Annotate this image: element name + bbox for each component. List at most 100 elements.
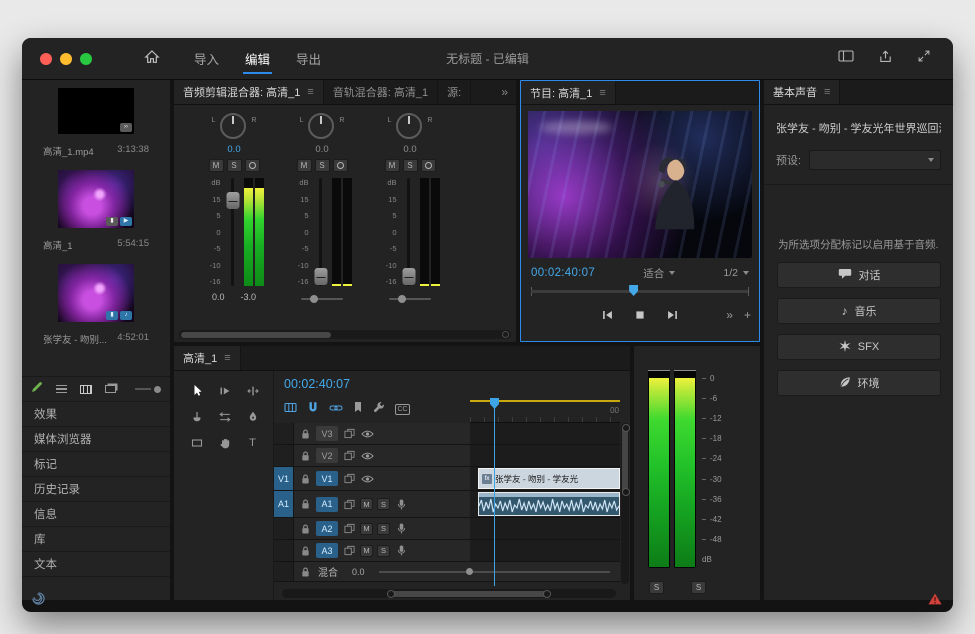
captions-cc-icon[interactable]: CC [395, 404, 410, 415]
source-patch-a1[interactable]: A1 [274, 491, 294, 517]
step-forward-button[interactable] [666, 309, 679, 321]
track-content[interactable] [470, 445, 620, 466]
sync-lock-icon[interactable] [342, 523, 356, 534]
mute-button[interactable]: M [360, 498, 373, 510]
ambience-tag-button[interactable]: 环境 [777, 370, 941, 396]
step-back-button[interactable] [601, 309, 614, 321]
sync-lock-icon[interactable] [342, 473, 356, 484]
preset-select[interactable] [809, 150, 941, 170]
sidebar-item-libraries[interactable]: 库 [22, 527, 170, 552]
panel-menu-icon[interactable]: ≡ [307, 86, 313, 98]
tab-sequence[interactable]: 高清_1 ≡ [174, 346, 241, 370]
pan-knob[interactable] [220, 113, 246, 139]
solo-right-button[interactable]: S [691, 581, 706, 594]
mic-icon[interactable] [394, 544, 408, 557]
menu-import[interactable]: 导入 [184, 38, 229, 79]
audio-clip[interactable] [478, 492, 620, 516]
fullscreen-button[interactable] [917, 49, 931, 68]
solo-button[interactable]: S [377, 498, 390, 510]
clip-thumbnail[interactable]: ▮♪ [58, 264, 134, 322]
volume-fader[interactable] [313, 178, 329, 286]
program-scrubber[interactable] [531, 285, 749, 296]
button-overflow[interactable]: » [726, 308, 733, 322]
home-button[interactable] [144, 49, 160, 69]
solo-left-button[interactable]: S [649, 581, 664, 594]
program-video-preview[interactable] [528, 111, 752, 258]
type-tool[interactable]: T [239, 430, 266, 455]
eye-icon[interactable] [360, 474, 374, 484]
lock-icon[interactable] [298, 428, 312, 440]
workspaces-button[interactable] [838, 49, 854, 68]
hand-tool[interactable] [211, 430, 238, 455]
menu-export[interactable]: 导出 [286, 38, 331, 79]
warning-triangle-icon[interactable] [928, 592, 942, 610]
record-arm-button[interactable] [333, 159, 348, 172]
minimize-window-button[interactable] [60, 53, 72, 65]
pen-tool[interactable] [239, 404, 266, 429]
lock-icon[interactable] [298, 473, 312, 485]
scrollbar-zoom-handle[interactable] [502, 331, 509, 338]
menu-edit[interactable]: 编辑 [235, 38, 280, 79]
add-marker-icon[interactable] [353, 400, 363, 418]
snap-magnet-icon[interactable] [307, 400, 319, 418]
scrollbar-handle[interactable] [389, 591, 549, 597]
dialogue-tag-button[interactable]: 对话 [777, 262, 941, 288]
track-content[interactable] [470, 518, 620, 539]
scrollbar-handle[interactable] [622, 425, 628, 495]
sync-lock-icon[interactable] [342, 428, 356, 439]
slip-tool[interactable] [211, 404, 238, 429]
master-level-value[interactable]: 0.0 [352, 567, 365, 577]
panel-menu-icon[interactable]: ≡ [599, 87, 605, 99]
scrubber-playhead[interactable] [629, 285, 638, 296]
solo-button[interactable]: S [377, 523, 390, 535]
freeform-view-icon[interactable] [105, 385, 116, 393]
track-content[interactable] [470, 491, 620, 517]
track-select-forward-tool[interactable] [211, 378, 238, 403]
list-item[interactable]: ›› 高清_1.mp4 3:13:38 [22, 88, 170, 158]
program-timecode[interactable]: 00:02:40:07 [531, 267, 595, 279]
sync-spiral-icon[interactable] [31, 591, 46, 611]
zoom-level-select[interactable]: 适合 [643, 266, 675, 281]
list-view-icon[interactable] [56, 385, 67, 394]
edit-pencil-icon[interactable] [31, 380, 43, 398]
track-target-button[interactable]: V1 [316, 471, 338, 486]
sidebar-item-media-browser[interactable]: 媒体浏览器 [22, 427, 170, 452]
tab-audio-track-mixer[interactable]: 音轨混合器: 高清_1 [324, 80, 438, 104]
pan-knob[interactable] [396, 113, 422, 139]
lock-icon[interactable] [298, 523, 312, 535]
sfx-tag-button[interactable]: SFX [777, 334, 941, 360]
mute-button[interactable]: M [360, 523, 373, 535]
rectangle-tool[interactable] [183, 430, 210, 455]
sync-lock-icon[interactable] [342, 545, 356, 556]
solo-button[interactable]: S [315, 159, 330, 172]
ripple-edit-tool[interactable] [239, 378, 266, 403]
sidebar-item-effects[interactable]: 效果 [22, 402, 170, 427]
timeline-settings-wrench-icon[interactable] [373, 400, 385, 418]
tab-audio-clip-mixer[interactable]: 音频剪辑混合器: 高清_1 ≡ [174, 80, 324, 104]
eye-icon[interactable] [360, 429, 374, 439]
timeline-timecode[interactable]: 00:02:40:07 [284, 377, 350, 391]
lock-icon[interactable] [298, 450, 312, 462]
track-content[interactable] [470, 540, 620, 561]
lock-icon[interactable] [298, 498, 312, 510]
track-content[interactable] [470, 423, 620, 444]
sidebar-item-markers[interactable]: 标记 [22, 452, 170, 477]
eye-icon[interactable] [360, 451, 374, 461]
mute-button[interactable]: M [385, 159, 400, 172]
sync-lock-icon[interactable] [342, 499, 356, 510]
video-clip[interactable]: fx 张学友 - 吻别 - 学友光 [478, 468, 620, 489]
linked-selection-icon[interactable] [329, 400, 343, 418]
tab-overflow-button[interactable]: » [493, 80, 516, 104]
volume-fader[interactable] [225, 178, 241, 286]
panel-menu-icon[interactable]: ≡ [224, 352, 230, 364]
solo-button[interactable]: S [403, 159, 418, 172]
record-arm-button[interactable] [421, 159, 436, 172]
tab-essential-sound[interactable]: 基本声音 ≡ [764, 80, 840, 104]
pan-value[interactable]: 0.0 [315, 144, 328, 155]
scrollbar-handle[interactable] [181, 332, 331, 338]
volume-fader[interactable] [401, 178, 417, 286]
close-window-button[interactable] [40, 53, 52, 65]
tab-program-monitor[interactable]: 节目: 高清_1 ≡ [521, 81, 616, 104]
track-content[interactable]: fx 张学友 - 吻别 - 学友光 [470, 467, 620, 490]
tab-source-monitor[interactable]: 源: [438, 80, 471, 104]
